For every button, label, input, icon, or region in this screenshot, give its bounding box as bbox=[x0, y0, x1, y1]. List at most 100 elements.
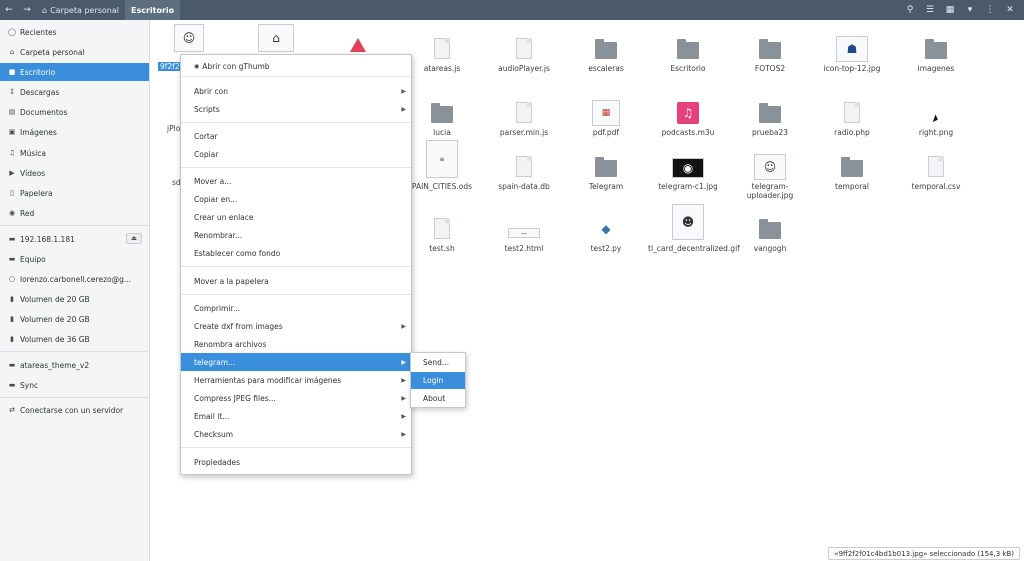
sidebar-item-atareas-theme[interactable]: ▬ atareas_theme_v2 bbox=[0, 356, 149, 374]
view-options-button[interactable]: ▾ bbox=[960, 0, 980, 20]
menu-item-cut[interactable]: Cortar bbox=[181, 127, 411, 145]
folder-item[interactable]: Escritorio bbox=[648, 38, 728, 98]
menu-item-create-link[interactable]: Crear un enlace bbox=[181, 208, 411, 226]
submenu-item-about[interactable]: About bbox=[411, 390, 465, 407]
menu-item-move-to[interactable]: Mover a... bbox=[181, 172, 411, 190]
context-menu: ◉ Abrir con gThumb Abrir con ▶ Scripts ▶ Co… bbox=[180, 54, 412, 475]
sidebar-item-label: Volumen de 20 GB bbox=[20, 314, 90, 324]
file-item[interactable]: test.sh bbox=[402, 218, 482, 278]
menu-item-scripts[interactable]: Scripts ▶ bbox=[181, 100, 411, 118]
menu-item-set-background[interactable]: Establecer como fondo bbox=[181, 244, 411, 262]
person-photo-icon: ☺ bbox=[182, 31, 196, 45]
folder-item[interactable]: escaleras bbox=[566, 38, 646, 98]
menu-item-open-gthumb[interactable]: ◉ Abrir con gThumb bbox=[181, 57, 411, 75]
selected-file-label[interactable]: 9f2f2 bbox=[158, 62, 182, 71]
sidebar-item-connect-server[interactable]: ⇄ Conectarse con un servidor bbox=[0, 401, 149, 419]
file-item[interactable]: ≡ PAIN_CITIES.ods bbox=[402, 140, 482, 216]
menu-item-image-tools[interactable]: Herramientas para modificar imágenes ▶ bbox=[181, 371, 411, 389]
file-item[interactable]: spain-data.db bbox=[484, 156, 564, 216]
forward-button[interactable]: → bbox=[18, 0, 36, 20]
view-list-button[interactable]: ☰ bbox=[920, 0, 940, 20]
sidebar-item-label: Escritorio bbox=[20, 67, 56, 77]
menu-separator bbox=[181, 167, 411, 168]
file-item[interactable]: ◆ test2.py bbox=[566, 218, 646, 278]
sidebar-divider bbox=[0, 397, 149, 398]
close-button[interactable]: ✕ bbox=[1000, 0, 1020, 20]
folder-item[interactable]: Telegram bbox=[566, 156, 646, 216]
sidebar-item-volume-3[interactable]: ▮ Volumen de 36 GB bbox=[0, 330, 149, 348]
menu-button[interactable]: ⋮ bbox=[980, 0, 1000, 20]
menu-item-compress-jpeg[interactable]: Compress JPEG files... ▶ bbox=[181, 389, 411, 407]
folder-item[interactable]: vangogh bbox=[730, 218, 810, 278]
breadcrumb-home[interactable]: ⌂ Carpeta personal bbox=[36, 0, 125, 20]
home-icon: ⌂ bbox=[9, 48, 15, 56]
image-thumbnail-icon: ◉ bbox=[672, 158, 704, 178]
file-item[interactable]: parser.min.js bbox=[484, 102, 564, 162]
menu-item-compress[interactable]: Comprimir... bbox=[181, 299, 411, 317]
file-item[interactable]: ☻ tl_card_decentralized.gif bbox=[648, 204, 740, 278]
menu-item-checksum[interactable]: Checksum ▶ bbox=[181, 425, 411, 443]
file-item[interactable]: ▦ pdf.pdf bbox=[566, 100, 646, 162]
back-button[interactable]: ← bbox=[0, 0, 18, 20]
sidebar-item-equipo[interactable]: ▬ Equipo bbox=[0, 250, 149, 268]
menu-item-properties[interactable]: Propiedades bbox=[181, 453, 411, 471]
sidebar-item-carpeta-personal[interactable]: ⌂ Carpeta personal bbox=[0, 43, 149, 61]
submenu-item-login[interactable]: Login bbox=[411, 372, 465, 389]
status-text: «9ff2f2f01c4bd1b013.jpg» seleccionado (1… bbox=[834, 549, 1014, 558]
sidebar-item-online-account[interactable]: ○ lorenzo.carbonell.cerezo@g... bbox=[0, 270, 149, 288]
menu-item-label: Herramientas para modificar imágenes bbox=[194, 375, 342, 385]
menu-item-move-trash[interactable]: Mover a la papelera bbox=[181, 272, 411, 290]
file-item[interactable]: ♫ podcasts.m3u bbox=[648, 102, 728, 162]
warning-triangle-icon[interactable] bbox=[350, 38, 366, 52]
folder-item[interactable]: temporal bbox=[812, 156, 892, 216]
menu-item-open-with[interactable]: Abrir con ▶ bbox=[181, 82, 411, 100]
sidebar-item-documentos[interactable]: ▤ Documentos bbox=[0, 103, 149, 121]
folder-item[interactable]: FOTOS2 bbox=[730, 38, 810, 98]
sidebar-item-imagenes[interactable]: ▣ Imágenes bbox=[0, 123, 149, 141]
sidebar-item-musica[interactable]: ♫ Música bbox=[0, 144, 149, 162]
file-name: radio.php bbox=[834, 128, 870, 137]
sidebar-item-descargas[interactable]: ↧ Descargas bbox=[0, 83, 149, 101]
sidebar-item-red[interactable]: ◉ Red bbox=[0, 204, 149, 222]
sidebar-item-sync[interactable]: ▬ Sync bbox=[0, 376, 149, 394]
menu-item-copy-to[interactable]: Copiar en... bbox=[181, 190, 411, 208]
home-icon: ⌂ bbox=[42, 5, 48, 15]
drive-icon: ▮ bbox=[10, 315, 14, 323]
folder-item[interactable]: imagenes bbox=[896, 38, 976, 98]
menu-item-rename-files[interactable]: Renombra archivos bbox=[181, 335, 411, 353]
file-item[interactable]: ☗ icon-top-12.jpg bbox=[812, 36, 892, 98]
eject-button[interactable]: ⏏ bbox=[126, 233, 142, 244]
sidebar-item-recientes[interactable]: ◯ Recientes bbox=[0, 23, 149, 41]
file-item[interactable]: — test2.html bbox=[484, 218, 564, 278]
menu-item-telegram[interactable]: telegram... ▶ bbox=[181, 353, 411, 371]
sidebar-item-escritorio[interactable]: ■ Escritorio bbox=[0, 63, 149, 81]
file-item[interactable]: atareas.js bbox=[402, 38, 482, 98]
submenu-item-send[interactable]: Send... bbox=[411, 354, 465, 371]
file-thumbnail-selected[interactable]: ☺ bbox=[174, 24, 204, 52]
breadcrumb-current[interactable]: Escritorio bbox=[124, 0, 181, 20]
search-button[interactable]: ⚲ bbox=[900, 0, 920, 20]
sidebar-item-videos[interactable]: ▶ Vídeos bbox=[0, 164, 149, 182]
sidebar-item-papelera[interactable]: ▯ Papelera bbox=[0, 184, 149, 202]
file-thumbnail-house[interactable]: ⌂ bbox=[258, 24, 294, 52]
sidebar-item-volume-1[interactable]: ▮ Volumen de 20 GB bbox=[0, 290, 149, 308]
sidebar-item-volume-2[interactable]: ▮ Volumen de 20 GB bbox=[0, 310, 149, 328]
sidebar-item-label: Documentos bbox=[20, 107, 68, 117]
menu-item-rename[interactable]: Renombrar... bbox=[181, 226, 411, 244]
python-file-icon: ◆ bbox=[601, 222, 611, 236]
menu-item-copy[interactable]: Copiar bbox=[181, 145, 411, 163]
file-item[interactable]: audioPlayer.js bbox=[484, 38, 564, 98]
eject-icon: ⏏ bbox=[131, 235, 137, 242]
file-item[interactable]: right.png bbox=[896, 102, 976, 162]
file-label-partial[interactable]: jPlo bbox=[167, 124, 180, 133]
folder-item[interactable]: prueba23 bbox=[730, 102, 810, 162]
chevron-right-icon: ▶ bbox=[401, 322, 406, 330]
file-item[interactable]: ☺ telegram-uploader.jpg bbox=[730, 154, 810, 216]
list-view-icon: ☰ bbox=[925, 5, 935, 15]
menu-item-email[interactable]: Email it... ▶ bbox=[181, 407, 411, 425]
file-item[interactable]: temporal.csv bbox=[896, 156, 976, 216]
menu-item-label: Comprimir... bbox=[194, 303, 240, 313]
menu-item-create-dxf[interactable]: Create dxf from images ▶ bbox=[181, 317, 411, 335]
view-grid-button[interactable]: ▦ bbox=[940, 0, 960, 20]
file-item[interactable]: radio.php bbox=[812, 102, 892, 162]
